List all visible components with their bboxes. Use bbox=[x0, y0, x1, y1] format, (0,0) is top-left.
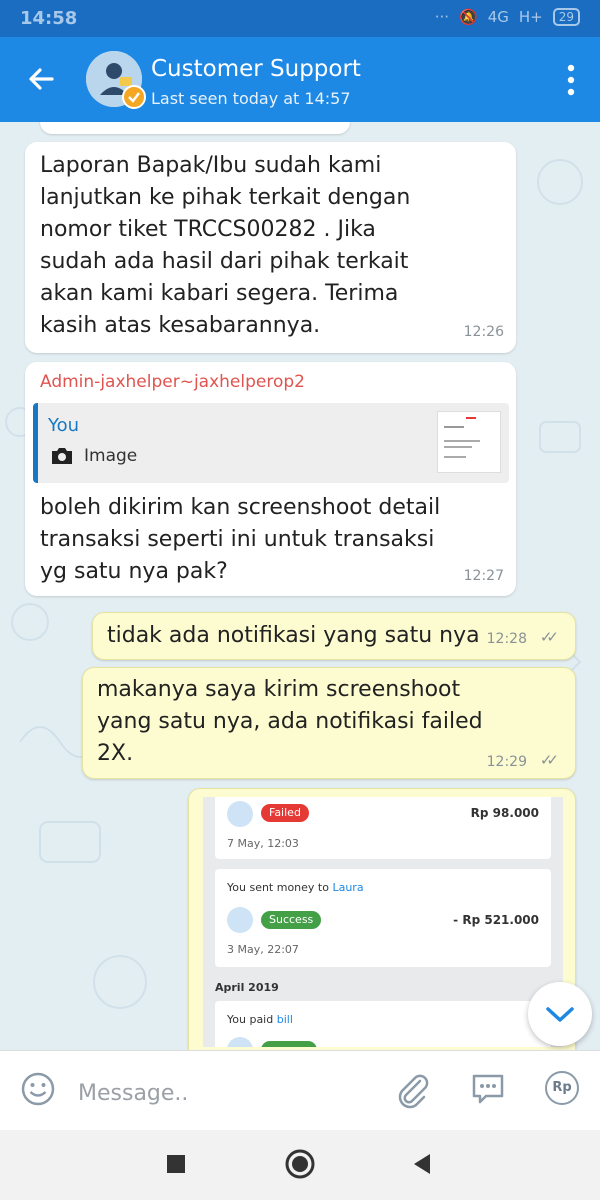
status-bar: 14:58 ··· 🔕 4G H+ 29 bbox=[0, 0, 600, 37]
verified-check-icon bbox=[122, 85, 146, 109]
message-line: 2X. bbox=[97, 741, 134, 766]
message-text: Laporan Bapak/Ibu sudah kami lanjutkan k… bbox=[40, 150, 410, 342]
rupiah-payment-button[interactable]: Rp bbox=[545, 1071, 579, 1105]
chevron-down-icon bbox=[546, 1007, 574, 1022]
read-ticks-icon: ✓✓ bbox=[539, 751, 559, 769]
message-time: 12:26 bbox=[463, 324, 504, 340]
quick-reply-icon[interactable] bbox=[470, 1071, 506, 1107]
transaction-title-prefix: You paid bbox=[227, 1013, 277, 1026]
read-ticks-icon: ✓✓ bbox=[539, 628, 559, 646]
system-navigation-bar bbox=[0, 1130, 600, 1200]
back-triangle-icon[interactable] bbox=[410, 1152, 434, 1176]
message-input[interactable] bbox=[78, 1073, 378, 1113]
sender-name[interactable]: Admin-jaxhelper~jaxhelperop2 bbox=[40, 372, 305, 392]
status-badge bbox=[261, 1041, 317, 1047]
camera-icon bbox=[52, 448, 72, 464]
transaction-card: You sent money to Laura Success - Rp 521… bbox=[215, 869, 551, 967]
transaction-date: 3 May, 22:07 bbox=[227, 943, 299, 956]
back-arrow-icon[interactable] bbox=[22, 59, 62, 99]
section-header: April 2019 bbox=[215, 981, 279, 994]
message-line: sudah ada hasil dari pihak terkait bbox=[40, 249, 409, 274]
status-badge-failed: Failed bbox=[261, 804, 309, 822]
message-bubble[interactable]: Laporan Bapak/Ibu sudah kami lanjutkan k… bbox=[25, 142, 516, 353]
transaction-recipient: Laura bbox=[332, 881, 364, 894]
status-time: 14:58 bbox=[20, 8, 78, 29]
chat-messages[interactable]: Laporan Bapak/Ibu sudah kami lanjutkan k… bbox=[0, 122, 600, 1050]
recents-square-icon[interactable] bbox=[165, 1153, 187, 1175]
message-line: transaksi seperti ini untuk transaksi bbox=[40, 527, 435, 552]
transaction-card: You paid bill bbox=[215, 1001, 551, 1047]
transaction-amount: Rp 98.000 bbox=[470, 806, 539, 820]
message-line: akan kami kabari segera. Terima bbox=[40, 281, 399, 306]
transaction-icon bbox=[227, 801, 253, 827]
message-line: yang satu nya, ada notifikasi failed bbox=[97, 709, 483, 734]
home-circle-icon[interactable] bbox=[284, 1148, 316, 1180]
message-line: makanya saya kirim screenshoot bbox=[97, 677, 461, 702]
message-line: nomor tiket TRCCS00282 . Jika bbox=[40, 217, 376, 242]
more-options-icon[interactable] bbox=[564, 63, 578, 97]
quoted-author: You bbox=[48, 415, 80, 436]
quoted-image-thumbnail bbox=[437, 411, 501, 473]
transaction-title: You sent money to Laura bbox=[227, 881, 364, 894]
outgoing-message-bubble[interactable]: makanya saya kirim screenshoot yang satu… bbox=[82, 667, 576, 779]
quoted-type-label: Image bbox=[84, 446, 138, 466]
message-time: 12:29 bbox=[486, 754, 527, 770]
battery-icon: 29 bbox=[552, 8, 580, 26]
transaction-target: bill bbox=[276, 1013, 293, 1026]
transaction-icon bbox=[227, 907, 253, 933]
avatar[interactable] bbox=[86, 51, 146, 109]
emoji-icon[interactable] bbox=[20, 1071, 56, 1107]
last-seen-status: Last seen today at 14:57 bbox=[151, 89, 351, 108]
network-type-2: H+ bbox=[518, 8, 543, 26]
status-badge-success: Success bbox=[261, 911, 322, 929]
transaction-icon bbox=[227, 1037, 253, 1047]
message-text: tidak ada notifikasi yang satu nya bbox=[107, 623, 480, 648]
transaction-title: You paid bill bbox=[227, 1013, 293, 1026]
outgoing-message-bubble[interactable]: tidak ada notifikasi yang satu nya 12:28… bbox=[92, 612, 576, 660]
message-text: makanya saya kirim screenshoot yang satu… bbox=[97, 674, 483, 770]
message-composer: Rp bbox=[0, 1050, 600, 1130]
message-bubble-partial[interactable] bbox=[40, 122, 350, 134]
quoted-message[interactable]: You Image bbox=[33, 403, 509, 483]
message-time: 12:28 bbox=[486, 631, 527, 647]
message-text: boleh dikirim kan screenshoot detail tra… bbox=[40, 492, 440, 588]
scroll-to-bottom-button[interactable] bbox=[528, 982, 592, 1046]
sent-screenshot-image[interactable]: Failed Rp 98.000 7 May, 12:03 You sent m… bbox=[203, 797, 563, 1047]
outgoing-image-bubble[interactable]: Failed Rp 98.000 7 May, 12:03 You sent m… bbox=[188, 788, 576, 1050]
network-type: 4G bbox=[487, 8, 509, 26]
attachment-icon[interactable] bbox=[394, 1071, 432, 1109]
chat-title[interactable]: Customer Support bbox=[151, 56, 361, 82]
message-line: kasih atas kesabarannya. bbox=[40, 313, 321, 338]
message-line: lanjutkan ke pihak terkait dengan bbox=[40, 185, 411, 210]
message-bubble-reply[interactable]: Admin-jaxhelper~jaxhelperop2 You Image b… bbox=[25, 362, 516, 596]
message-line: yg satu nya pak? bbox=[40, 559, 228, 584]
transaction-card: Failed Rp 98.000 7 May, 12:03 bbox=[215, 797, 551, 859]
transaction-amount: - Rp 521.000 bbox=[453, 913, 539, 927]
message-line: Laporan Bapak/Ibu sudah kami bbox=[40, 153, 382, 178]
mute-icon: 🔕 bbox=[459, 8, 478, 26]
transaction-date: 7 May, 12:03 bbox=[227, 837, 299, 850]
status-icons: ··· 🔕 4G H+ 29 bbox=[435, 8, 580, 26]
message-time: 12:27 bbox=[463, 568, 504, 584]
chat-header: Customer Support Last seen today at 14:5… bbox=[0, 37, 600, 122]
message-line: boleh dikirim kan screenshoot detail bbox=[40, 495, 441, 520]
signal-icon: ··· bbox=[434, 8, 449, 26]
transaction-title-prefix: You sent money to bbox=[227, 881, 333, 894]
